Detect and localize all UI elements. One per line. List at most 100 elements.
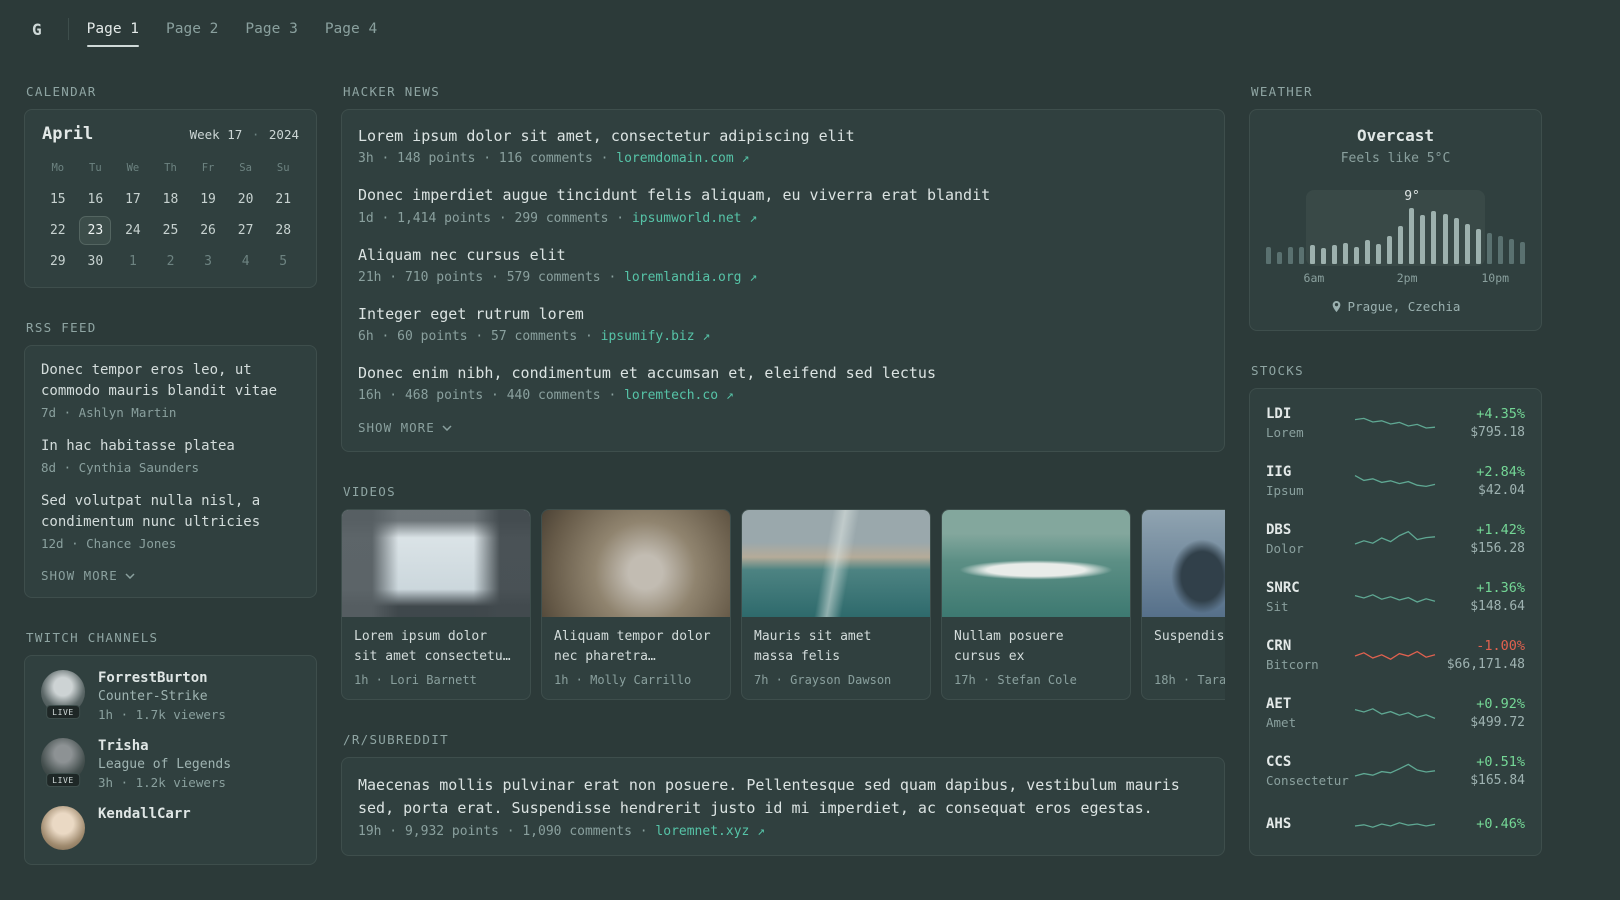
- hn-domain-link[interactable]: loremtech.co: [624, 388, 718, 403]
- hacker-news-widget: HACKER NEWS Lorem ipsum dolor sit amet, …: [341, 84, 1225, 453]
- stock-name: Sit: [1266, 599, 1289, 614]
- hacker-news-section-title: HACKER NEWS: [343, 84, 441, 99]
- stock-row[interactable]: CRN Bitcorn -1.00% $66,171.48: [1266, 626, 1525, 684]
- hn-item-title[interactable]: Donec enim nibh, condimentum et accumsan…: [358, 363, 1208, 383]
- subreddit-card: Maecenas mollis pulvinar erat non posuer…: [341, 757, 1225, 857]
- calendar-date: 30: [87, 254, 104, 269]
- tab-page-1[interactable]: Page 1: [86, 21, 140, 47]
- hn-meta-text: 3h · 148 points · 116 comments ·: [358, 151, 617, 167]
- stock-price: $148.64: [1470, 599, 1525, 614]
- calendar-date: 22: [49, 223, 66, 238]
- video-meta: 1h · Molly Carrillo: [554, 673, 692, 688]
- video-card[interactable]: Mauris sit amet massa felis 7h · Grayson…: [741, 509, 931, 701]
- stocks-widget: STOCKS LDI Lorem +4.35% $795.18 IIG Ipsum +…: [1249, 363, 1542, 856]
- channel-name[interactable]: Trisha: [98, 738, 231, 754]
- stock-row[interactable]: AHS +0.46%: [1266, 800, 1525, 850]
- left-column: CALENDAR April Week 17 · 2024 Mo Tu We T…: [24, 84, 317, 865]
- hn-domain-link[interactable]: ipsumworld.net: [632, 211, 742, 226]
- twitch-channel-row[interactable]: LIVE ForrestBurton Counter-Strike 1h · 1…: [41, 670, 300, 722]
- stock-row[interactable]: LDI Lorem +4.35% $795.18: [1266, 394, 1525, 452]
- hn-item-title[interactable]: Aliquam nec cursus elit: [358, 245, 1208, 265]
- app-logo[interactable]: G: [24, 20, 50, 39]
- video-thumbnail[interactable]: [542, 510, 730, 618]
- location-pin-icon: [1332, 301, 1340, 312]
- calendar-date: 17: [125, 192, 141, 207]
- calendar-day-header: Tu: [89, 162, 102, 174]
- stock-ticker: LDI: [1266, 406, 1292, 422]
- hn-item-title[interactable]: Lorem ipsum dolor sit amet, consectetur …: [358, 126, 1208, 146]
- video-title[interactable]: Nullam posuere cursus ex: [954, 627, 1118, 666]
- stock-price: $156.28: [1470, 541, 1525, 556]
- hn-item: Donec imperdiet augue tincidunt felis al…: [358, 185, 1208, 225]
- temperature-bars: [1266, 208, 1525, 264]
- stock-ticker: SNRC: [1266, 580, 1300, 596]
- rss-widget: RSS FEED Donec tempor eros leo, ut commo…: [24, 320, 317, 598]
- channel-name[interactable]: ForrestBurton: [98, 670, 226, 686]
- chevron-down-icon: [125, 572, 135, 579]
- weather-location-label: Prague, Czechia: [1347, 299, 1461, 314]
- calendar-day-header: Sa: [239, 162, 252, 174]
- video-thumbnail[interactable]: [942, 510, 1130, 618]
- stock-change: +0.46%: [1476, 815, 1525, 832]
- stock-row[interactable]: AET Amet +0.92% $499.72: [1266, 684, 1525, 742]
- video-title[interactable]: Mauris sit amet massa felis: [754, 627, 918, 666]
- rss-item-title[interactable]: Sed volutpat nulla nisl, a condimentum n…: [41, 491, 300, 533]
- stock-row[interactable]: SNRC Sit +1.36% $148.64: [1266, 568, 1525, 626]
- live-badge: LIVE: [46, 705, 80, 719]
- calendar-date: 27: [237, 223, 254, 238]
- channel-avatar: [41, 806, 85, 850]
- tab-page-4[interactable]: Page 4: [325, 21, 377, 37]
- video-card[interactable]: Suspendis diam 18h · Tara: [1141, 509, 1225, 701]
- video-title[interactable]: Lorem ipsum dolor sit amet consectetu…: [354, 627, 518, 666]
- videos-scroll-row[interactable]: Lorem ipsum dolor sit amet consectetu… 1…: [341, 509, 1225, 701]
- subreddit-post-title[interactable]: Maecenas mollis pulvinar erat non posuer…: [358, 774, 1208, 819]
- rss-item-title[interactable]: In hac habitasse platea: [41, 436, 300, 457]
- weather-widget: WEATHER Overcast Feels like 5°C 9° 6am 2…: [1249, 84, 1542, 331]
- hn-meta-text: 21h · 710 points · 579 comments ·: [358, 269, 625, 285]
- rss-show-more-button[interactable]: SHOW MORE: [41, 568, 135, 583]
- stock-row[interactable]: CCS Consectetur +0.51% $165.84: [1266, 742, 1525, 800]
- hn-item-title[interactable]: Donec imperdiet augue tincidunt felis al…: [358, 185, 1208, 205]
- hn-meta-text: 16h · 468 points · 440 comments ·: [358, 388, 625, 404]
- stock-row[interactable]: DBS Dolor +1.42% $156.28: [1266, 510, 1525, 568]
- chevron-down-icon: [442, 425, 452, 431]
- twitch-avatar-wrap: LIVE: [41, 670, 85, 719]
- hn-domain-link[interactable]: loremlandia.org: [624, 270, 741, 285]
- twitch-channel-row[interactable]: LIVE Trisha League of Legends 3h · 1.2k …: [41, 738, 300, 790]
- hn-show-more-button[interactable]: SHOW MORE: [358, 420, 452, 435]
- videos-widget: VIDEOS Lorem ipsum dolor sit amet consec…: [341, 484, 1225, 701]
- stock-ticker: AET: [1266, 696, 1292, 712]
- video-title[interactable]: Aliquam tempor dolor nec pharetra…: [554, 627, 718, 666]
- video-thumbnail[interactable]: [1142, 510, 1225, 618]
- weather-temperature-chart: 9°: [1266, 182, 1525, 266]
- twitch-card: LIVE ForrestBurton Counter-Strike 1h · 1…: [24, 655, 317, 865]
- subreddit-meta-text: 19h · 9,932 points · 1,090 comments ·: [358, 824, 656, 840]
- video-card[interactable]: Nullam posuere cursus ex 17h · Stefan Co…: [941, 509, 1131, 701]
- calendar-date-next-month: 5: [279, 254, 288, 269]
- video-card[interactable]: Aliquam tempor dolor nec pharetra… 1h · …: [541, 509, 731, 701]
- stock-sparkline-chart: [1354, 475, 1435, 488]
- hn-domain-link[interactable]: ipsumify.biz: [601, 329, 695, 344]
- stocks-section-title: STOCKS: [1251, 363, 1304, 378]
- hn-item-title[interactable]: Integer eget rutrum lorem: [358, 304, 1208, 324]
- video-thumbnail[interactable]: [742, 510, 930, 618]
- tab-page-2[interactable]: Page 2: [166, 21, 218, 37]
- hn-meta-text: 6h · 60 points · 57 comments ·: [358, 329, 601, 344]
- video-thumbnail[interactable]: [342, 510, 530, 618]
- channel-name[interactable]: KendallCarr: [98, 806, 191, 822]
- tab-page-3[interactable]: Page 3: [245, 21, 297, 37]
- hn-domain-link[interactable]: loremdomain.com: [616, 151, 733, 166]
- twitch-section-title: TWITCH CHANNELS: [26, 630, 159, 645]
- twitch-channel-row[interactable]: KendallCarr: [41, 806, 300, 850]
- stock-name: Ipsum: [1266, 483, 1304, 498]
- video-card[interactable]: Lorem ipsum dolor sit amet consectetu… 1…: [341, 509, 531, 701]
- rss-item-title[interactable]: Donec tempor eros leo, ut commodo mauris…: [41, 360, 300, 402]
- channel-game: Counter-Strike: [98, 689, 208, 704]
- video-title[interactable]: Suspendis diam: [1154, 627, 1225, 666]
- stock-row[interactable]: IIG Ipsum +2.84% $42.04: [1266, 452, 1525, 510]
- rss-item: In hac habitasse platea 8d · Cynthia Sau…: [41, 436, 300, 475]
- center-column: HACKER NEWS Lorem ipsum dolor sit amet, …: [341, 84, 1225, 857]
- external-link-icon: ↗: [749, 210, 758, 226]
- calendar-date: 21: [275, 192, 292, 207]
- subreddit-domain-link[interactable]: loremnet.xyz: [655, 824, 749, 839]
